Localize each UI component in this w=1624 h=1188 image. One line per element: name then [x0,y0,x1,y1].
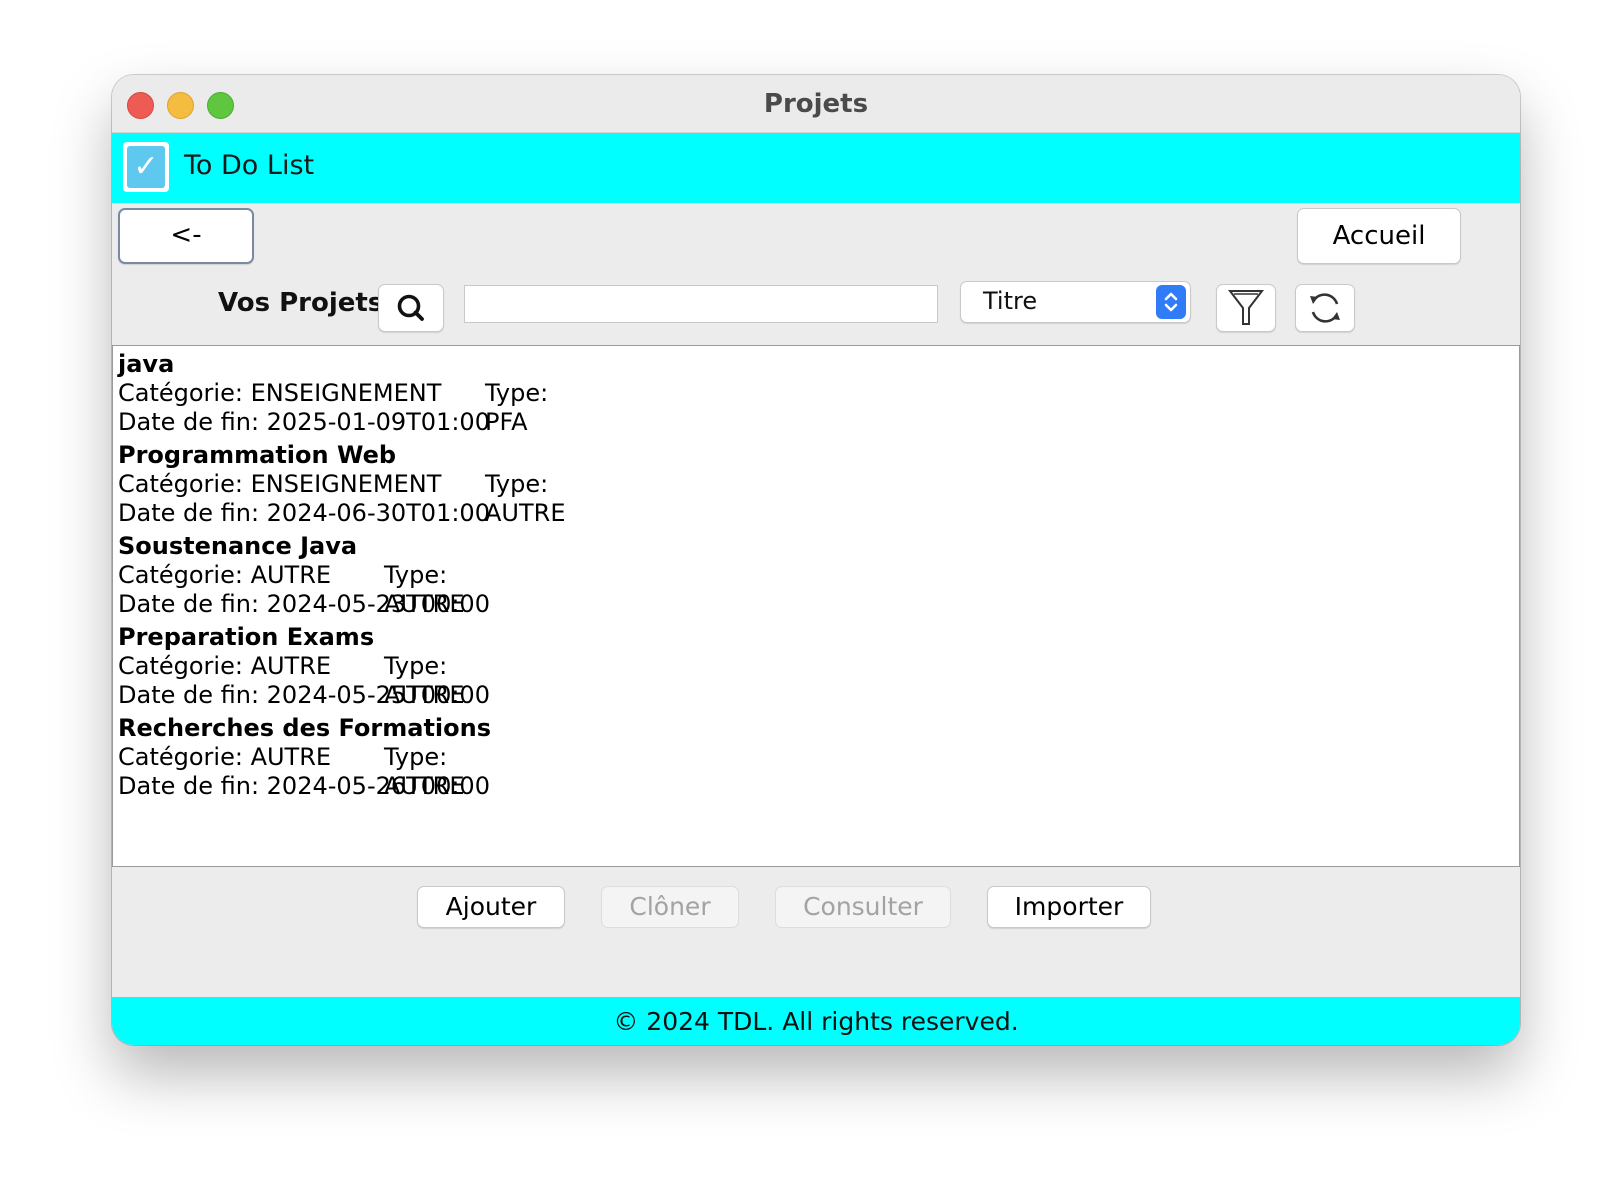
refresh-icon [1310,293,1340,323]
project-title: Recherches des Formations [118,714,492,742]
project-title: Programmation Web [118,441,397,469]
copyright-text: © 2024 TDL. All rights reserved. [613,1007,1019,1036]
list-item[interactable]: Soustenance Java Catégorie: AUTRE Type: … [118,532,490,619]
search-button[interactable] [378,284,444,332]
project-category: Catégorie: AUTRE [118,561,332,589]
list-item[interactable]: Programmation Web Catégorie: ENSEIGNEMEN… [118,441,565,528]
search-input[interactable] [464,285,938,323]
projects-list[interactable]: java Catégorie: ENSEIGNEMENT Type: PFA D… [112,345,1520,867]
window-title: Projets [763,89,869,119]
list-item[interactable]: Preparation Exams Catégorie: AUTRE Type:… [118,623,490,710]
project-title: java [118,350,175,378]
sort-selected-value: Titre [983,287,1038,315]
app-window: Projets ✓ To Do List <- Accueil Vos Proj… [112,75,1520,1045]
filter-button[interactable] [1216,284,1276,332]
clone-button[interactable]: Clôner [601,886,739,928]
add-button[interactable]: Ajouter [417,886,565,928]
back-button[interactable]: <- [118,208,254,264]
project-category: Catégorie: AUTRE [118,652,332,680]
footer: © 2024 TDL. All rights reserved. [112,997,1520,1045]
project-category: Catégorie: ENSEIGNEMENT [118,379,442,407]
project-type: Type: AUTRE [384,652,465,709]
list-item[interactable]: Recherches des Formations Catégorie: AUT… [118,714,491,801]
project-end-date: Date de fin: 2025-01-09T01:00 [118,408,490,436]
title-bar: Projets [112,75,1520,133]
chevron-updown-icon [1156,285,1186,319]
project-end-date: Date de fin: 2024-06-30T01:00 [118,499,490,527]
project-category: Catégorie: ENSEIGNEMENT [118,470,442,498]
filter-icon [1227,290,1265,325]
home-button[interactable]: Accueil [1297,208,1461,264]
project-title: Preparation Exams [118,623,375,651]
project-type: Type: PFA [485,379,549,436]
search-icon [397,294,424,321]
sort-select[interactable]: Titre [960,281,1191,323]
project-type: Type: AUTRE [384,743,465,800]
list-item[interactable]: java Catégorie: ENSEIGNEMENT Type: PFA D… [118,350,548,437]
project-title: Soustenance Java [118,532,358,560]
project-type: Type: AUTRE [485,470,566,527]
import-button[interactable]: Importer [987,886,1151,928]
section-label: Vos Projets [218,288,384,318]
consult-button[interactable]: Consulter [775,886,951,928]
app-header: ✓ To Do List [112,133,1520,203]
refresh-button[interactable] [1295,284,1355,332]
app-name: To Do List [184,150,315,181]
checkbox-icon: ✓ [123,142,169,192]
project-type: Type: AUTRE [384,561,465,618]
project-category: Catégorie: AUTRE [118,743,332,771]
